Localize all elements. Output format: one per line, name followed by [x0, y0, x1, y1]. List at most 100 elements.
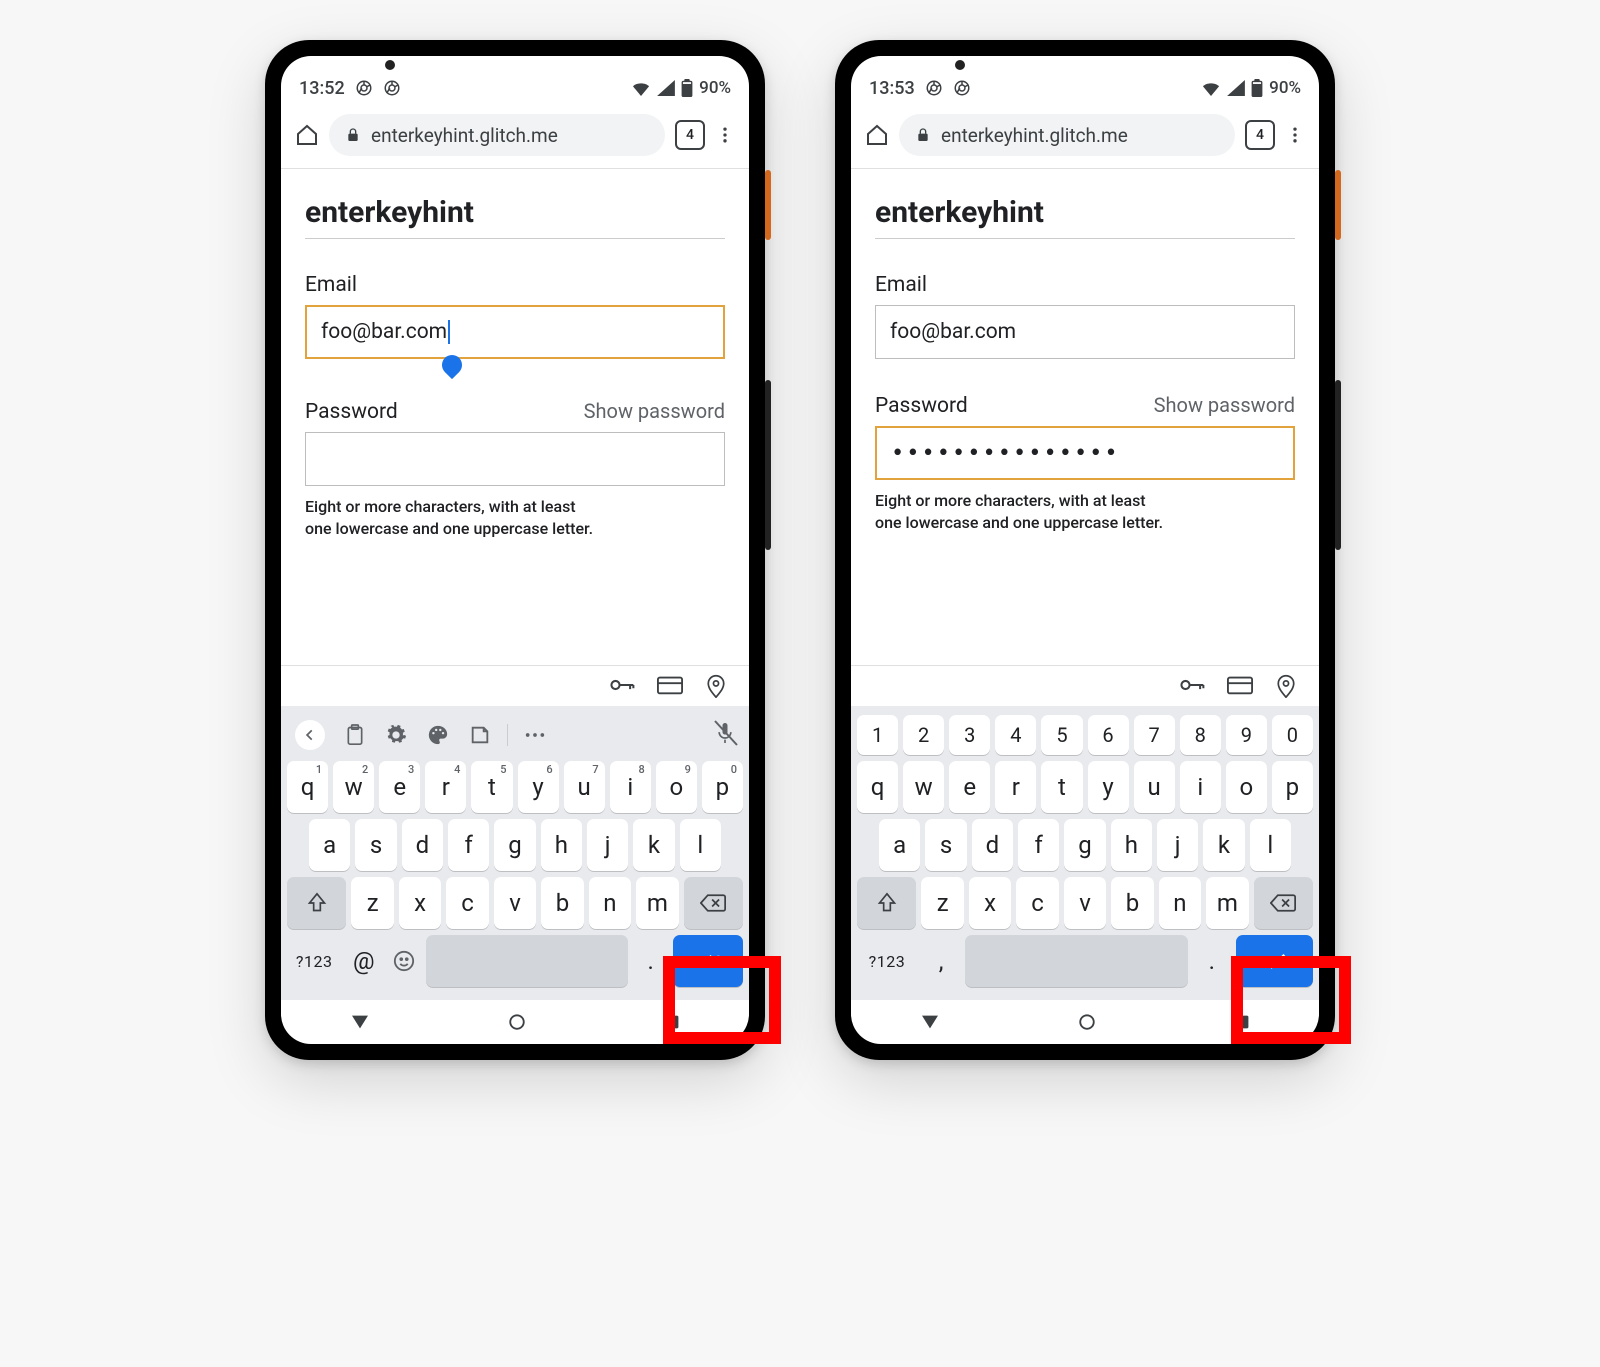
shift-key[interactable]: [287, 877, 346, 929]
key-h[interactable]: h: [1111, 819, 1152, 871]
key-x[interactable]: x: [399, 877, 441, 929]
password-field[interactable]: •••••••••••••••: [875, 426, 1295, 480]
key-d[interactable]: d: [972, 819, 1013, 871]
nav-back-icon[interactable]: [920, 1014, 940, 1030]
key-u[interactable]: u: [1134, 761, 1175, 813]
email-field[interactable]: foo@bar.com: [305, 305, 725, 359]
key-o[interactable]: o9: [656, 761, 697, 813]
nav-home-icon[interactable]: [508, 1013, 526, 1031]
key-l[interactable]: l: [680, 819, 721, 871]
comma-key[interactable]: ,: [922, 935, 960, 987]
key-l[interactable]: l: [1250, 819, 1291, 871]
key-h[interactable]: h: [541, 819, 582, 871]
location-icon[interactable]: [705, 674, 727, 698]
key-d[interactable]: d: [402, 819, 443, 871]
key-y[interactable]: y: [1088, 761, 1129, 813]
show-password-toggle[interactable]: Show password: [584, 399, 725, 423]
key-c[interactable]: c: [446, 877, 488, 929]
palette-icon[interactable]: [427, 724, 449, 746]
clipboard-icon[interactable]: [345, 724, 365, 746]
card-icon[interactable]: [1227, 674, 1253, 696]
key-p[interactable]: p: [1272, 761, 1313, 813]
address-bar[interactable]: enterkeyhint.glitch.me: [329, 114, 665, 156]
emoji-key[interactable]: [386, 935, 421, 987]
backspace-key[interactable]: [684, 877, 743, 929]
keyboard-back-icon[interactable]: [295, 720, 325, 750]
key-n[interactable]: n: [589, 877, 631, 929]
nav-recent-icon[interactable]: [1234, 1014, 1250, 1030]
key-r[interactable]: r: [995, 761, 1036, 813]
password-field[interactable]: [305, 432, 725, 486]
nav-back-icon[interactable]: [350, 1014, 370, 1030]
key-w[interactable]: w: [903, 761, 944, 813]
key-a[interactable]: a: [879, 819, 920, 871]
key-icon[interactable]: [609, 674, 635, 696]
key-f[interactable]: f: [1018, 819, 1059, 871]
symbols-key[interactable]: ?123: [287, 935, 341, 987]
email-field[interactable]: foo@bar.com: [875, 305, 1295, 359]
symbols-key[interactable]: ?123: [857, 935, 917, 987]
key-j[interactable]: j: [587, 819, 628, 871]
key-e[interactable]: e: [949, 761, 990, 813]
backspace-key[interactable]: [1254, 877, 1313, 929]
key-4[interactable]: 4: [995, 715, 1036, 755]
more-icon[interactable]: [524, 730, 546, 740]
key-1[interactable]: 1: [857, 715, 898, 755]
key-y[interactable]: y6: [518, 761, 559, 813]
tab-counter[interactable]: 4: [1245, 120, 1275, 150]
key-s[interactable]: s: [355, 819, 396, 871]
key-c[interactable]: c: [1016, 877, 1058, 929]
key-k[interactable]: k: [1203, 819, 1244, 871]
enter-key-next[interactable]: [673, 935, 743, 987]
home-icon[interactable]: [865, 123, 889, 147]
tab-counter[interactable]: 4: [675, 120, 705, 150]
sticker-icon[interactable]: [469, 724, 491, 746]
key-g[interactable]: g: [494, 819, 535, 871]
key-n[interactable]: n: [1159, 877, 1201, 929]
at-key[interactable]: @: [346, 935, 381, 987]
key-a[interactable]: a: [309, 819, 350, 871]
key-6[interactable]: 6: [1088, 715, 1129, 755]
nav-recent-icon[interactable]: [664, 1014, 680, 1030]
spacebar-key[interactable]: [426, 935, 628, 987]
period-key[interactable]: .: [633, 935, 668, 987]
nav-home-icon[interactable]: [1078, 1013, 1096, 1031]
enter-key-done[interactable]: [1236, 935, 1313, 987]
key-v[interactable]: v: [1064, 877, 1106, 929]
key-i[interactable]: i8: [610, 761, 651, 813]
menu-icon[interactable]: [1285, 124, 1305, 146]
location-icon[interactable]: [1275, 674, 1297, 698]
key-w[interactable]: w2: [333, 761, 374, 813]
spacebar-key[interactable]: [965, 935, 1187, 987]
key-3[interactable]: 3: [949, 715, 990, 755]
key-z[interactable]: z: [921, 877, 963, 929]
key-k[interactable]: k: [633, 819, 674, 871]
shift-key[interactable]: [857, 877, 916, 929]
address-bar[interactable]: enterkeyhint.glitch.me: [899, 114, 1235, 156]
key-7[interactable]: 7: [1134, 715, 1175, 755]
key-e[interactable]: e3: [379, 761, 420, 813]
key-b[interactable]: b: [1111, 877, 1153, 929]
mic-icon[interactable]: [715, 721, 735, 749]
key-t[interactable]: t: [1041, 761, 1082, 813]
card-icon[interactable]: [657, 674, 683, 696]
key-g[interactable]: g: [1064, 819, 1105, 871]
key-x[interactable]: x: [969, 877, 1011, 929]
key-2[interactable]: 2: [903, 715, 944, 755]
period-key[interactable]: .: [1193, 935, 1231, 987]
home-icon[interactable]: [295, 123, 319, 147]
key-o[interactable]: o: [1226, 761, 1267, 813]
key-i[interactable]: i: [1180, 761, 1221, 813]
key-m[interactable]: m: [636, 877, 678, 929]
key-z[interactable]: z: [351, 877, 393, 929]
key-r[interactable]: r4: [425, 761, 466, 813]
key-t[interactable]: t5: [471, 761, 512, 813]
menu-icon[interactable]: [715, 124, 735, 146]
key-5[interactable]: 5: [1041, 715, 1082, 755]
key-m[interactable]: m: [1206, 877, 1248, 929]
key-u[interactable]: u7: [564, 761, 605, 813]
key-icon[interactable]: [1179, 674, 1205, 696]
key-j[interactable]: j: [1157, 819, 1198, 871]
key-0[interactable]: 0: [1272, 715, 1313, 755]
key-8[interactable]: 8: [1180, 715, 1221, 755]
